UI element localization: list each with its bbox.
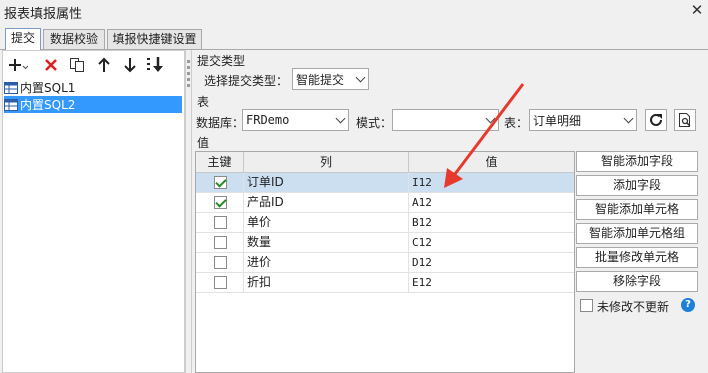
preview-table-button[interactable] (674, 109, 696, 131)
primary-key-checkbox[interactable] (214, 236, 227, 249)
row-value: B12 (412, 216, 432, 229)
value-table: 主键 列 值 订单ID I12 产品ID A12 单价 B12 数量 C12 进… (195, 151, 575, 373)
mode-label: 模式： (356, 116, 393, 130)
column-header-column[interactable]: 列 (244, 152, 409, 173)
chevron-down-icon (332, 110, 348, 130)
table-value: 订单明细 (533, 113, 582, 128)
chevron-down-icon (352, 69, 368, 89)
tab-data-validation[interactable]: 数据校验 (43, 29, 105, 49)
tab-submit[interactable]: 提交 (5, 28, 41, 50)
title-bar (0, 0, 708, 22)
primary-key-checkbox[interactable] (214, 276, 227, 289)
submit-type-label: 选择提交类型： (204, 74, 289, 88)
table-row[interactable]: 折扣 E12 (196, 273, 574, 293)
row-column-name: 产品ID (244, 193, 409, 213)
column-header-key[interactable]: 主键 (196, 152, 244, 173)
add-field-button[interactable]: 添加字段 (576, 175, 698, 196)
move-up-icon[interactable] (93, 55, 115, 75)
splitter-grip (187, 60, 190, 63)
row-value: D12 (412, 256, 432, 269)
tree-item-label: 内置SQL2 (20, 96, 76, 113)
chevron-down-icon (482, 110, 498, 130)
database-select[interactable]: FRDemo (242, 109, 349, 131)
table-row[interactable]: 产品ID A12 (196, 193, 574, 213)
submit-type-value: 智能提交 (296, 72, 345, 87)
value-section-label: 值 (197, 136, 210, 150)
row-column-name: 单价 (244, 213, 409, 233)
primary-key-checkbox[interactable] (214, 256, 227, 269)
copy-icon[interactable] (66, 55, 88, 75)
refresh-icon (650, 113, 662, 126)
close-icon[interactable]: ✕ (688, 1, 706, 19)
splitter-grip (187, 84, 190, 87)
tree-item-sql2[interactable]: 内置SQL2 (4, 96, 182, 113)
table-row[interactable]: 进价 D12 (196, 253, 574, 273)
mode-select[interactable] (392, 109, 499, 131)
row-value: C12 (412, 236, 432, 249)
submit-type-select[interactable]: 智能提交 (292, 68, 369, 90)
table-row[interactable]: 数量 C12 (196, 233, 574, 253)
smart-add-cell-group-button[interactable]: 智能添加单元格组 (576, 223, 698, 244)
row-value: A12 (412, 196, 432, 209)
row-column-name: 数量 (244, 233, 409, 253)
move-down-icon[interactable] (119, 55, 141, 75)
batch-modify-cell-button[interactable]: 批量修改单元格 (576, 247, 698, 268)
database-value: FRDemo (246, 113, 290, 127)
row-value: I12 (412, 176, 432, 189)
row-column-name: 进价 (244, 253, 409, 273)
column-header-value[interactable]: 值 (409, 152, 574, 173)
primary-key-checkbox[interactable] (214, 216, 227, 229)
table-label: 表： (504, 116, 529, 130)
table-select[interactable]: 订单明细 (529, 109, 637, 131)
table-header: 主键 列 值 (196, 152, 574, 173)
window-title: 报表填报属性 (4, 7, 83, 22)
delete-icon[interactable] (40, 55, 62, 75)
add-icon[interactable] (7, 55, 29, 75)
table-row[interactable]: 单价 B12 (196, 213, 574, 233)
row-column-name: 折扣 (244, 273, 409, 293)
no-update-unmodified-checkbox[interactable] (580, 299, 593, 312)
tree-item-label: 内置SQL1 (20, 81, 76, 95)
tab-shortcut-settings[interactable]: 填报快捷键设置 (107, 29, 202, 49)
panel-splitter[interactable] (185, 50, 192, 373)
database-label: 数据库： (196, 116, 245, 130)
no-update-unmodified-label: 未修改不更新 (597, 300, 670, 314)
table-section-label: 表 (197, 95, 210, 109)
help-icon[interactable]: ? (681, 298, 695, 312)
row-column-name: 订单ID (244, 173, 409, 193)
splitter-grip (187, 78, 190, 81)
preview-icon (679, 113, 691, 127)
sort-icon[interactable] (145, 55, 167, 75)
sql-table-icon (4, 98, 18, 111)
splitter-grip (187, 66, 190, 69)
chevron-down-icon (620, 110, 636, 130)
refresh-button[interactable] (645, 109, 667, 131)
remove-field-button[interactable]: 移除字段 (576, 271, 698, 292)
table-row[interactable]: 订单ID I12 (196, 173, 574, 193)
smart-add-field-button[interactable]: 智能添加字段 (576, 151, 698, 172)
sql-table-icon (4, 81, 18, 94)
submit-type-section-label: 提交类型 (197, 54, 246, 68)
primary-key-checkbox[interactable] (214, 196, 227, 209)
primary-key-checkbox[interactable] (214, 176, 227, 189)
splitter-grip (187, 72, 190, 75)
row-value: E12 (412, 276, 432, 289)
smart-add-cell-button[interactable]: 智能添加单元格 (576, 199, 698, 220)
tree-item-sql1[interactable]: 内置SQL1 (4, 79, 182, 96)
